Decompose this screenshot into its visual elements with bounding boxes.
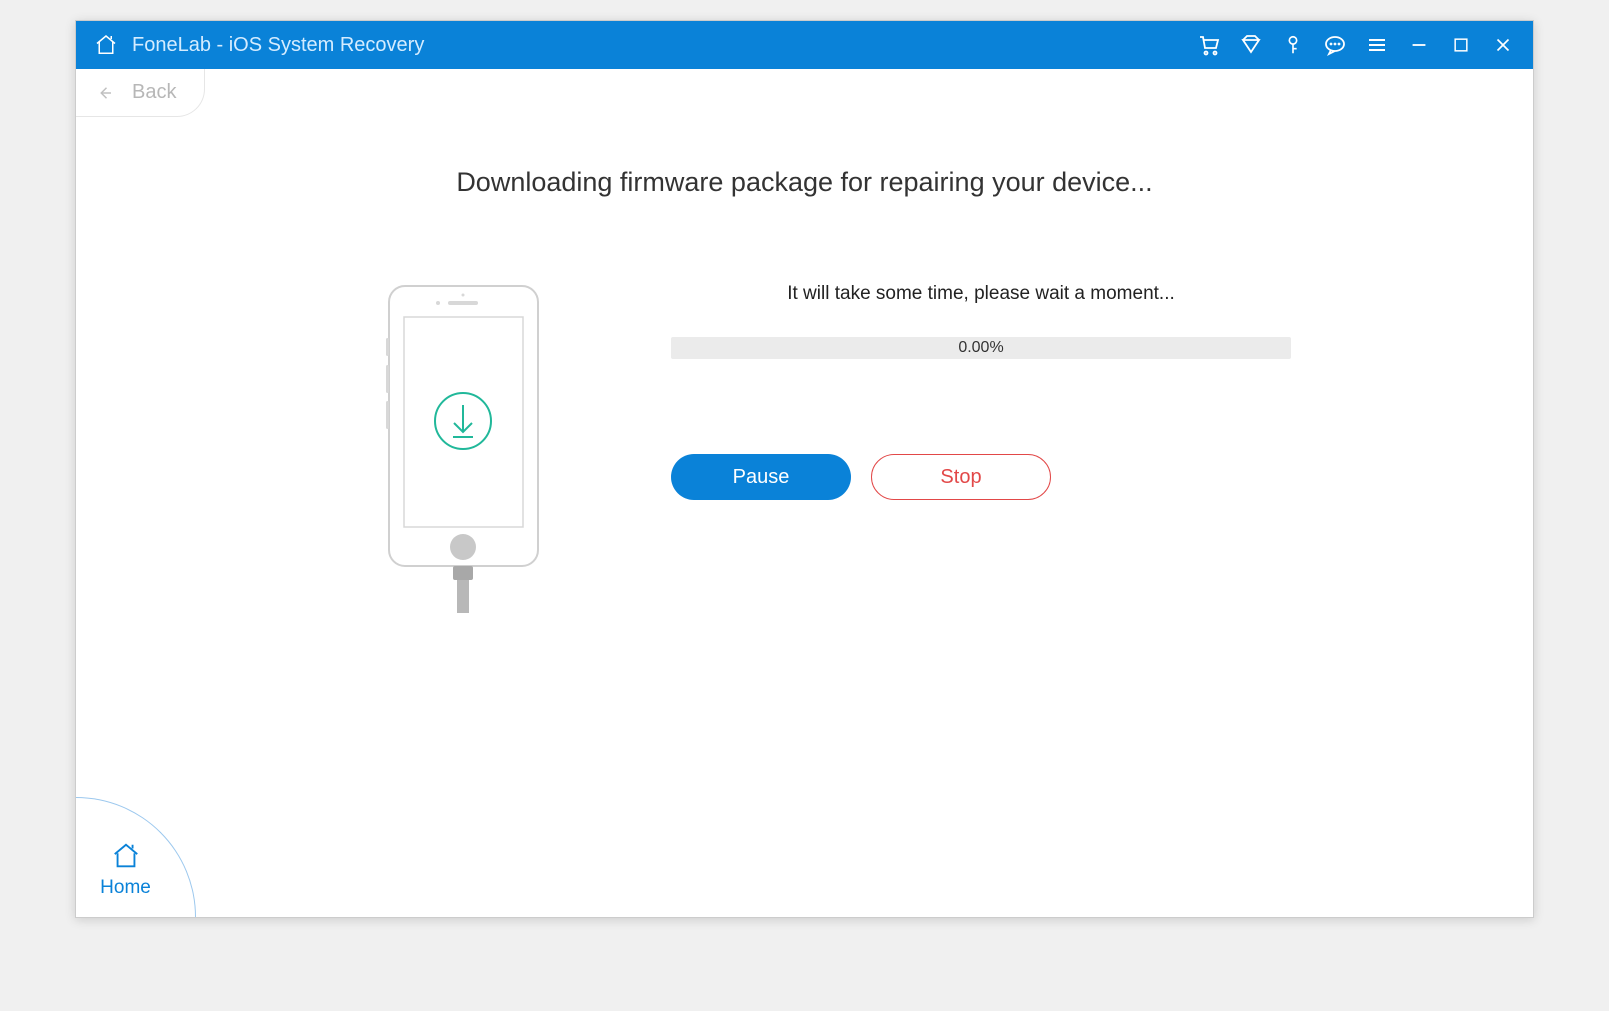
app-window: FoneLab - iOS System Recovery <box>75 20 1534 918</box>
page-heading: Downloading firmware package for repairi… <box>136 167 1473 198</box>
progress-percent: 0.00% <box>958 339 1003 357</box>
key-icon[interactable] <box>1281 33 1305 57</box>
content-area: Downloading firmware package for repairi… <box>76 117 1533 658</box>
phone-illustration <box>386 283 541 618</box>
back-arrow-icon <box>96 84 114 102</box>
titlebar-controls <box>1197 33 1515 57</box>
chat-icon[interactable] <box>1323 33 1347 57</box>
cart-icon[interactable] <box>1197 33 1221 57</box>
pause-button[interactable]: Pause <box>671 454 851 500</box>
app-title: FoneLab - iOS System Recovery <box>132 34 424 57</box>
home-label: Home <box>100 877 151 899</box>
back-button[interactable]: Back <box>76 69 205 117</box>
home-button[interactable]: Home <box>76 797 196 917</box>
minimize-icon[interactable] <box>1407 33 1431 57</box>
diamond-icon[interactable] <box>1239 33 1263 57</box>
main-row: It will take some time, please wait a mo… <box>136 283 1473 618</box>
menu-icon[interactable] <box>1365 33 1389 57</box>
titlebar: FoneLab - iOS System Recovery <box>76 21 1533 69</box>
maximize-icon[interactable] <box>1449 33 1473 57</box>
stop-button[interactable]: Stop <box>871 454 1051 500</box>
status-text: It will take some time, please wait a mo… <box>671 283 1291 305</box>
progress-bar: 0.00% <box>671 337 1291 359</box>
home-icon <box>110 841 142 871</box>
action-buttons: Pause Stop <box>671 454 1291 500</box>
close-icon[interactable] <box>1491 33 1515 57</box>
back-label: Back <box>132 81 176 104</box>
titlebar-left: FoneLab - iOS System Recovery <box>94 33 424 57</box>
progress-area: It will take some time, please wait a mo… <box>671 283 1291 500</box>
home-logo-icon <box>94 33 118 57</box>
